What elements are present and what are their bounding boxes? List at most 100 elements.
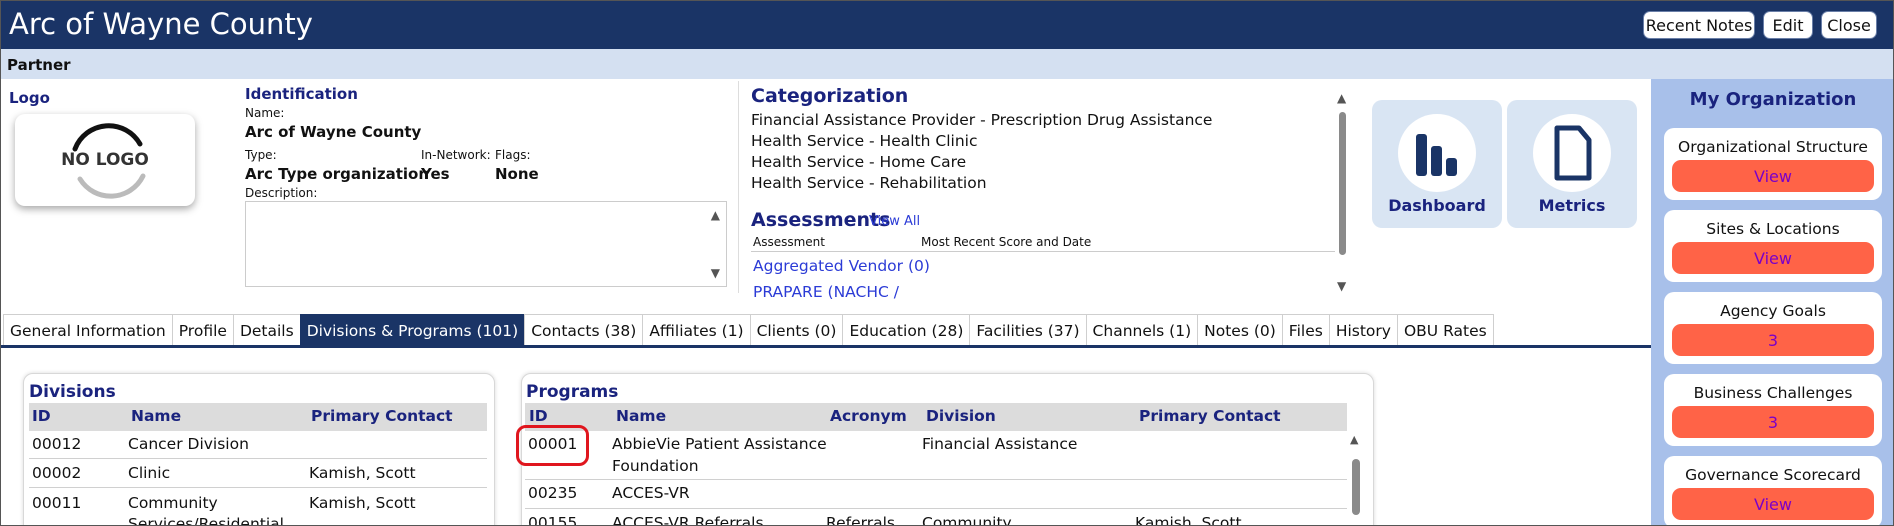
scrollbar-thumb[interactable] [1339, 112, 1346, 255]
org-structure-card: Organizational Structure View [1664, 128, 1882, 200]
assessment-header-line [751, 251, 1335, 252]
program-name[interactable]: ACCES-VR [612, 484, 690, 502]
tab-notes[interactable]: Notes (0) [1197, 314, 1282, 347]
programs-col-name[interactable]: Name [616, 407, 666, 425]
metrics-label: Metrics [1538, 196, 1606, 215]
in-network-label: In-Network: [421, 148, 491, 162]
agency-goals-card: Agency Goals 3 [1664, 292, 1882, 364]
tab-general-information[interactable]: General Information [3, 314, 172, 347]
dashboard-icon [1398, 114, 1476, 192]
tab-facilities[interactable]: Facilities (37) [969, 314, 1086, 347]
categorization-title: Categorization [751, 85, 909, 107]
section-divider [738, 81, 739, 293]
in-network-value: Yes [421, 165, 450, 183]
division-name-cont[interactable]: Services/Residential [128, 515, 284, 525]
category-item: Health Service - Rehabilitation [751, 174, 987, 192]
description-label: Description: [245, 186, 318, 200]
tab-files[interactable]: Files [1281, 314, 1329, 347]
tab-underline [1, 345, 1651, 348]
program-acronym: Referrals [826, 514, 895, 526]
name-label: Name: [245, 106, 285, 120]
tab-history[interactable]: History [1328, 314, 1397, 347]
category-item: Health Service - Health Clinic [751, 132, 978, 150]
tab-details[interactable]: Details [232, 314, 300, 347]
view-all-link[interactable]: View All [869, 214, 920, 229]
programs-col-contact[interactable]: Primary Contact [1139, 407, 1281, 425]
score-col-header: Most Recent Score and Date [921, 235, 1092, 249]
program-id[interactable]: 00155 [528, 514, 577, 525]
tab-divisions-programs[interactable]: Divisions & Programs (101) [299, 314, 525, 347]
scroll-up-arrow-icon[interactable]: ▲ [711, 208, 720, 222]
programs-col-id[interactable]: ID [529, 407, 548, 425]
no-logo-text: NO LOGO [61, 150, 149, 170]
division-contact: Kamish, Scott [309, 464, 416, 482]
program-id[interactable]: 00001 [528, 435, 577, 453]
tab-contacts[interactable]: Contacts (38) [524, 314, 643, 347]
flags-label: Flags: [495, 148, 531, 162]
assessment-col-header: Assessment [753, 235, 825, 249]
program-division: Financial Assistance [922, 435, 1078, 453]
scrollbar-thumb[interactable] [1352, 459, 1360, 515]
program-name-cont[interactable]: Foundation [612, 457, 699, 475]
category-item: Health Service - Home Care [751, 153, 967, 171]
recent-notes-button[interactable]: Recent Notes [1643, 11, 1755, 39]
program-division: Community [922, 514, 1012, 526]
scroll-down-arrow-icon[interactable]: ▼ [1337, 279, 1346, 293]
tab-profile[interactable]: Profile [171, 314, 233, 347]
flags-value: None [495, 165, 539, 183]
page-title: Arc of Wayne County [9, 7, 313, 41]
division-id[interactable]: 00011 [32, 494, 81, 512]
division-name[interactable]: Clinic [128, 464, 170, 482]
description-field[interactable]: ▲ ▼ [245, 201, 727, 287]
card-title: Sites & Locations [1706, 220, 1840, 238]
agency-goals-button[interactable]: 3 [1672, 324, 1874, 356]
divisions-col-name[interactable]: Name [131, 407, 181, 425]
division-id[interactable]: 00002 [32, 464, 81, 482]
sites-locations-card: Sites & Locations View [1664, 210, 1882, 282]
sites-locations-view-button[interactable]: View [1672, 242, 1874, 274]
close-button[interactable]: Close [1821, 11, 1877, 39]
dashboard-tile[interactable]: Dashboard [1372, 100, 1502, 228]
governance-scorecard-card: Governance Scorecard View [1664, 456, 1882, 525]
assessment-link[interactable]: Aggregated Vendor (0) [753, 257, 930, 275]
tab-obu-rates[interactable]: OBU Rates [1396, 314, 1494, 347]
division-id[interactable]: 00012 [32, 435, 81, 453]
card-title: Governance Scorecard [1685, 466, 1861, 484]
partner-bar [1, 49, 1893, 79]
program-name[interactable]: ACCES-VR Referrals [612, 514, 764, 525]
tab-education[interactable]: Education (28) [842, 314, 970, 347]
document-icon [1533, 114, 1611, 192]
partner-label: Partner [7, 56, 71, 74]
logo-placeholder: NO LOGO [15, 114, 195, 206]
business-challenges-card: Business Challenges 3 [1664, 374, 1882, 446]
programs-col-division[interactable]: Division [926, 407, 996, 425]
division-name[interactable]: Community [128, 494, 218, 512]
sidebar-title: My Organization [1689, 89, 1857, 110]
programs-col-acronym[interactable]: Acronym [830, 407, 907, 425]
org-structure-view-button[interactable]: View [1672, 160, 1874, 192]
dashboard-label: Dashboard [1388, 196, 1486, 215]
governance-scorecard-view-button[interactable]: View [1672, 488, 1874, 520]
scroll-up-arrow-icon[interactable]: ▲ [1350, 433, 1358, 446]
scroll-down-arrow-icon[interactable]: ▼ [711, 266, 720, 280]
tab-affiliates[interactable]: Affiliates (1) [642, 314, 750, 347]
row-divider [525, 479, 1347, 480]
row-divider [29, 487, 487, 488]
program-id[interactable]: 00235 [528, 484, 577, 502]
assessment-link[interactable]: PRAPARE (NACHC / [753, 283, 899, 301]
divisions-col-id[interactable]: ID [32, 407, 51, 425]
program-contact: Kamish, Scott [1135, 514, 1242, 526]
business-challenges-button[interactable]: 3 [1672, 406, 1874, 438]
metrics-tile[interactable]: Metrics [1507, 100, 1637, 228]
program-name[interactable]: AbbieVie Patient Assistance [612, 435, 827, 453]
type-label: Type: [245, 148, 277, 162]
card-title: Organizational Structure [1678, 138, 1868, 156]
identification-title: Identification [245, 85, 358, 103]
division-name[interactable]: Cancer Division [128, 435, 249, 453]
row-divider [525, 508, 1347, 509]
edit-button[interactable]: Edit [1763, 11, 1813, 39]
tab-channels[interactable]: Channels (1) [1085, 314, 1198, 347]
divisions-col-contact[interactable]: Primary Contact [311, 407, 453, 425]
scroll-up-arrow-icon[interactable]: ▲ [1337, 91, 1346, 105]
tab-clients[interactable]: Clients (0) [749, 314, 843, 347]
